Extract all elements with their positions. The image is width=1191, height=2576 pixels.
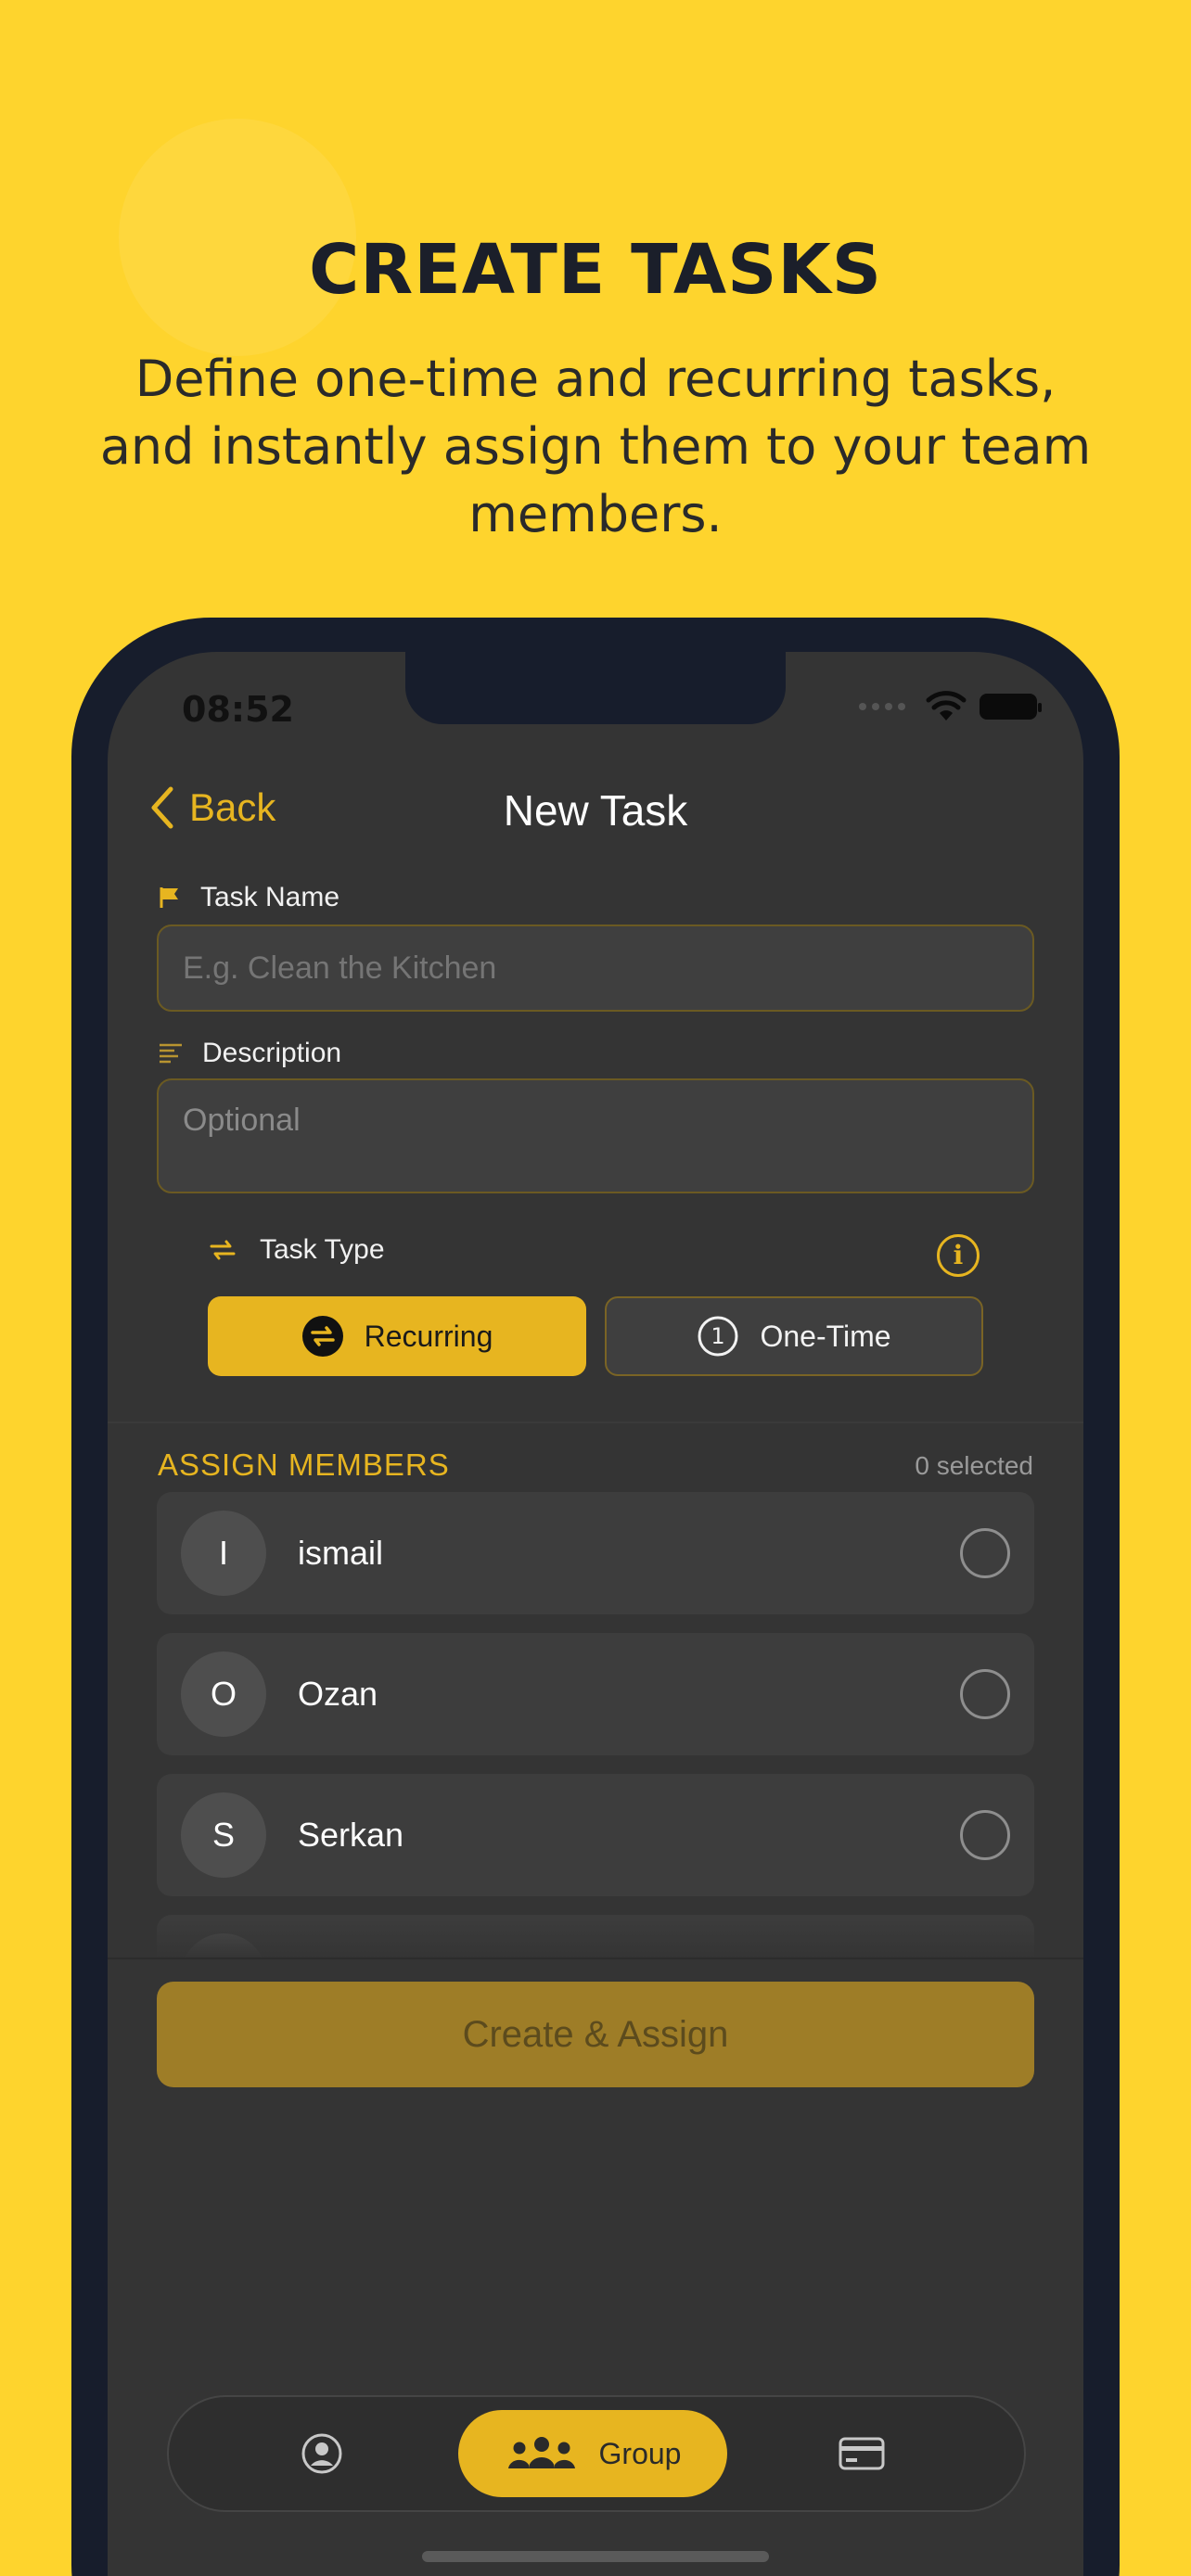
list-fade: [108, 1913, 1083, 1959]
member-radio[interactable]: [960, 1810, 1010, 1860]
task-name-label: Task Name: [158, 882, 339, 913]
recurring-icon: [301, 1316, 343, 1357]
promo-headline: CREATE TASKS: [308, 230, 883, 310]
one-time-label: One-Time: [760, 1319, 891, 1353]
avatar: S: [181, 1792, 266, 1878]
task-type-one-time[interactable]: 1 One-Time: [605, 1296, 983, 1376]
avatar: O: [181, 1651, 266, 1737]
tab-group[interactable]: Group: [458, 2410, 727, 2497]
task-name-label-text: Task Name: [200, 882, 340, 912]
task-type-recurring[interactable]: Recurring: [208, 1296, 586, 1376]
member-name: Serkan: [298, 1816, 404, 1854]
notch: [405, 652, 786, 724]
member-radio[interactable]: [960, 1669, 1010, 1719]
repeat-icon: [210, 1240, 236, 1260]
task-type-label-text: Task Type: [260, 1234, 385, 1265]
member-name: ismail: [298, 1534, 384, 1572]
home-indicator: [422, 2551, 769, 2562]
task-type-label: Task Type: [208, 1234, 385, 1266]
member-row[interactable]: I ismail: [157, 1492, 1034, 1614]
create-assign-button[interactable]: Create & Assign: [157, 1982, 1034, 2087]
description-placeholder: Optional: [183, 1103, 301, 1138]
lines-icon: [160, 1043, 182, 1064]
tab-bar: Group: [167, 2395, 1026, 2512]
phone-screen: 08:52 Back New Task Task Name Descriptio…: [108, 652, 1083, 2576]
description-input[interactable]: Optional: [157, 1078, 1034, 1193]
description-label: Description: [158, 1038, 341, 1069]
battery-icon: [980, 694, 1042, 720]
tab-billing[interactable]: [811, 2410, 913, 2497]
tab-group-label: Group: [598, 2436, 682, 2470]
svg-text:1: 1: [711, 1323, 725, 1349]
selected-count: 0 selected: [915, 1451, 1033, 1480]
member-row[interactable]: O Ozan: [157, 1633, 1034, 1755]
user-circle-icon: [301, 2433, 342, 2474]
task-name-input[interactable]: [157, 925, 1034, 1012]
member-name: Ozan: [298, 1675, 378, 1713]
assign-members-title: ASSIGN MEMBERS: [158, 1447, 450, 1482]
member-radio[interactable]: [960, 1528, 1010, 1578]
status-time: 08:52: [182, 689, 294, 730]
wifi-icon: [926, 691, 967, 721]
credit-card-icon: [839, 2437, 885, 2470]
recurring-label: Recurring: [364, 1319, 493, 1353]
member-row[interactable]: S Serkan: [157, 1774, 1034, 1896]
info-icon[interactable]: i: [937, 1234, 980, 1277]
signal-icon: [859, 703, 905, 710]
description-label-text: Description: [202, 1038, 342, 1068]
divider: [108, 1422, 1083, 1423]
promo-subline: Define one-time and recurring tasks, and…: [99, 350, 1092, 543]
tab-profile[interactable]: [271, 2410, 373, 2497]
flag-icon: [160, 887, 178, 908]
page-title: New Task: [503, 786, 688, 835]
one-icon: 1: [698, 1316, 738, 1357]
avatar: I: [181, 1511, 266, 1596]
group-icon: [507, 2437, 575, 2468]
status-icons: [859, 691, 1042, 722]
